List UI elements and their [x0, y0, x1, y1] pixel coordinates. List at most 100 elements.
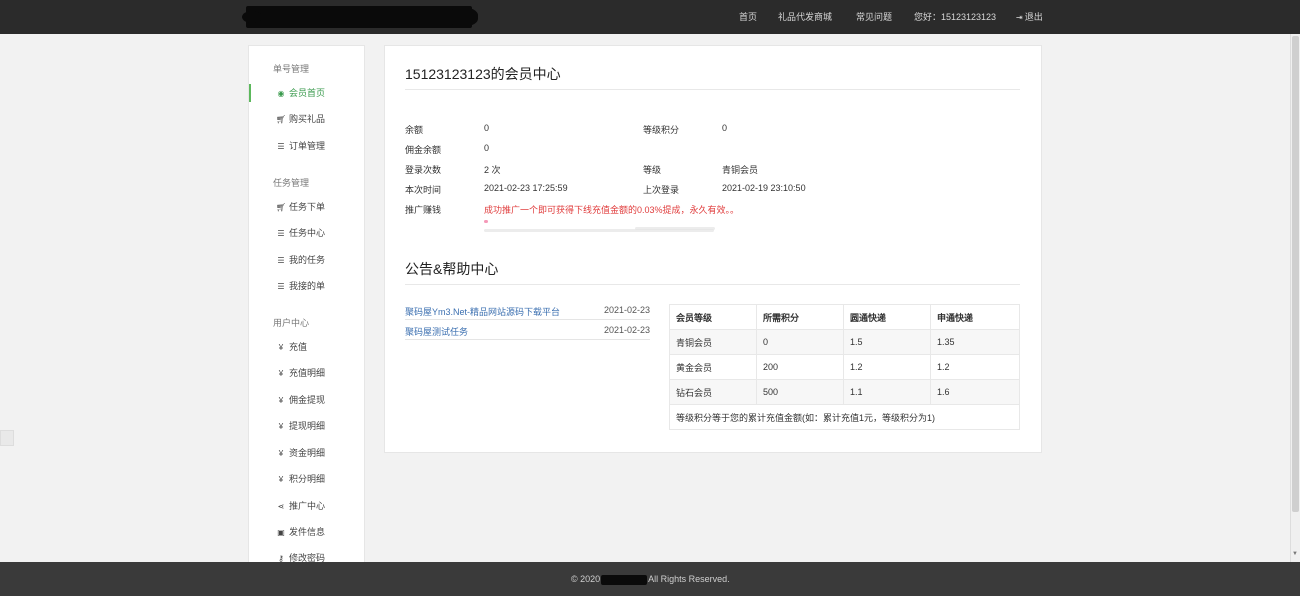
footer: © 2020 All Rights Reserved. [0, 562, 1300, 596]
table-row: 钻石会员 500 1.1 1.6 [669, 379, 1020, 405]
nav-home-link[interactable]: 首页 [739, 0, 757, 34]
table-cell: 黄金会员 [669, 354, 757, 380]
table-note: 等级积分等于您的累计充值金额(如：累计充值1元，等级积分为1) [669, 404, 1020, 430]
top-navbar: 首页 礼品代发商城 常见问题 您好：15123123123 ⇥ 退出 [0, 0, 1300, 34]
notice-item[interactable]: 聚码屋测试任务 2021-02-23 [405, 325, 650, 340]
table-cell: 钻石会员 [669, 379, 757, 405]
main-content-panel: 15123123123的会员中心 余额 0 等级积分 0 佣金余额 0 登录次数… [384, 45, 1042, 453]
sidebar-item-member-home[interactable]: ◉ 会员首页 [249, 84, 364, 102]
sidebar-item-label: 资金明细 [289, 448, 326, 458]
sidebar-item-withdraw-details[interactable]: ¥ 提现明细 [249, 417, 363, 435]
yen-icon: ¥ [278, 449, 284, 458]
sidebar-item-sender-info[interactable]: ▣ 发件信息 [249, 523, 363, 541]
sidebar-item-label: 任务中心 [289, 228, 326, 238]
last-login-label: 上次登录 [643, 185, 680, 195]
this-time-value: 2021-02-23 17:25:59 [484, 183, 568, 193]
list-icon: ☰ [277, 282, 285, 291]
level-value: 青铜会员 [722, 165, 759, 175]
table-row: 黄金会员 200 1.2 1.2 [669, 354, 1020, 380]
footer-copyright-suffix: All Rights Reserved. [648, 574, 730, 584]
login-count-label: 登录次数 [405, 165, 442, 175]
sidebar: 单号管理 ◉ 会员首页 🛒︎ 购买礼品 ☰ 订单管理 任务管理 🛒︎ 任务下单 ☰ 任务中… [248, 45, 365, 563]
sidebar-item-fund-details[interactable]: ¥ 资金明细 [249, 444, 363, 462]
sidebar-item-label: 我的任务 [289, 255, 326, 265]
commission-value: 0 [484, 143, 490, 153]
sidebar-item-label: 发件信息 [289, 527, 326, 537]
table-row: 青铜会员 0 1.5 1.35 [669, 329, 1020, 355]
member-center-title: 15123123123的会员中心 [405, 66, 561, 82]
sidebar-item-task-order[interactable]: 🛒︎ 任务下单 [249, 198, 363, 216]
yen-icon: ¥ [278, 396, 284, 405]
sidebar-section-title: 用户中心 [273, 318, 310, 328]
logout-icon: ⇥ [1016, 13, 1023, 22]
sidebar-item-label: 推广中心 [289, 501, 326, 511]
yen-icon: ¥ [278, 475, 284, 484]
list-icon: ☰ [277, 142, 285, 151]
table-cell: 1.2 [843, 354, 931, 380]
cart-icon: 🛒︎ [275, 115, 287, 124]
sidebar-item-change-password[interactable]: ⚷ 修改密码 [249, 549, 363, 563]
cart-icon: 🛒︎ [275, 203, 287, 212]
table-header: 圆通快递 [843, 304, 931, 330]
table-cell: 200 [756, 354, 844, 380]
help-center-title: 公告&帮助中心 [405, 261, 499, 277]
sidebar-item-label: 订单管理 [289, 141, 326, 151]
sidebar-item-label: 我接的单 [289, 281, 326, 291]
sidebar-section-title: 单号管理 [273, 64, 310, 74]
id-card-icon: ▣ [277, 528, 285, 537]
promo-text: 成功推广一个即可获得下线充值金额的0.03%提成，永久有效。。 [484, 205, 740, 215]
sidebar-item-label: 积分明细 [289, 474, 326, 484]
user-circle-icon: ◉ [277, 89, 285, 98]
table-cell: 500 [756, 379, 844, 405]
promo-link-fragment [484, 220, 488, 223]
this-time-label: 本次时间 [405, 185, 442, 195]
last-login-value: 2021-02-19 23:10:50 [722, 183, 806, 193]
sidebar-item-recharge[interactable]: ¥ 充值 [249, 338, 363, 356]
balance-value: 0 [484, 123, 490, 133]
page-scrollbar-thumb[interactable] [1292, 36, 1299, 512]
share-icon: ⋖ [277, 502, 285, 511]
yen-icon: ¥ [278, 369, 284, 378]
list-icon: ☰ [277, 229, 285, 238]
table-cell: 1.6 [930, 379, 1020, 405]
site-logo[interactable] [242, 6, 478, 28]
sidebar-item-recharge-details[interactable]: ¥ 充值明细 [249, 364, 363, 382]
sidebar-item-points-details[interactable]: ¥ 积分明细 [249, 470, 363, 488]
notice-title-link[interactable]: 聚码屋测试任务 [405, 325, 468, 338]
sidebar-item-label: 购买礼品 [289, 114, 326, 124]
table-note-row: 等级积分等于您的累计充值金额(如：累计充值1元，等级积分为1) [669, 404, 1020, 430]
sidebar-item-promotion-center[interactable]: ⋖ 推广中心 [249, 497, 363, 515]
sidebar-item-label: 提现明细 [289, 421, 326, 431]
sidebar-item-task-center[interactable]: ☰ 任务中心 [249, 224, 363, 242]
member-level-table: 会员等级 所需积分 圆通快递 申通快递 青铜会员 0 1.5 1.35 黄金会员… [669, 304, 1020, 430]
table-header-row: 会员等级 所需积分 圆通快递 申通快递 [669, 304, 1020, 330]
sidebar-item-buy-gift[interactable]: 🛒︎ 购买礼品 [249, 110, 363, 128]
user-greeting[interactable]: 您好：15123123123 [914, 0, 996, 34]
table-cell: 1.1 [843, 379, 931, 405]
sidebar-section-title: 任务管理 [273, 178, 310, 188]
level-points-value: 0 [722, 123, 728, 133]
sidebar-item-label: 充值明细 [289, 368, 326, 378]
table-cell: 0 [756, 329, 844, 355]
sidebar-item-commission-withdraw[interactable]: ¥ 佣金提现 [249, 391, 363, 409]
yen-icon: ¥ [278, 343, 284, 352]
notice-title-link[interactable]: 聚码屋Ym3.Net-精品网站源码下载平台 [405, 305, 560, 318]
nav-mall-link[interactable]: 礼品代发商城 [778, 0, 832, 34]
side-tab-handle[interactable] [0, 430, 14, 446]
scroll-down-arrow-icon[interactable]: ▼ [1292, 551, 1298, 557]
notice-date: 2021-02-23 [603, 305, 650, 315]
sidebar-item-orders[interactable]: ☰ 订单管理 [249, 137, 363, 155]
footer-copyright-prefix: © 2020 [571, 574, 601, 584]
nav-faq-link[interactable]: 常见问题 [856, 0, 892, 34]
logout-label: 退出 [1024, 12, 1043, 22]
table-header: 所需积分 [756, 304, 844, 330]
sidebar-item-label: 佣金提现 [289, 395, 326, 405]
sidebar-item-my-tasks[interactable]: ☰ 我的任务 [249, 251, 363, 269]
sidebar-item-accepted-orders[interactable]: ☰ 我接的单 [249, 277, 363, 295]
sidebar-item-label: 充值 [289, 342, 308, 352]
notice-item[interactable]: 聚码屋Ym3.Net-精品网站源码下载平台 2021-02-23 [405, 305, 650, 320]
footer-copyright: © 2020 All Rights Reserved. [571, 574, 730, 585]
logout-button[interactable]: ⇥ 退出 [1016, 0, 1043, 34]
footer-redacted-name [601, 574, 648, 585]
promo-link-blurred [635, 227, 715, 230]
